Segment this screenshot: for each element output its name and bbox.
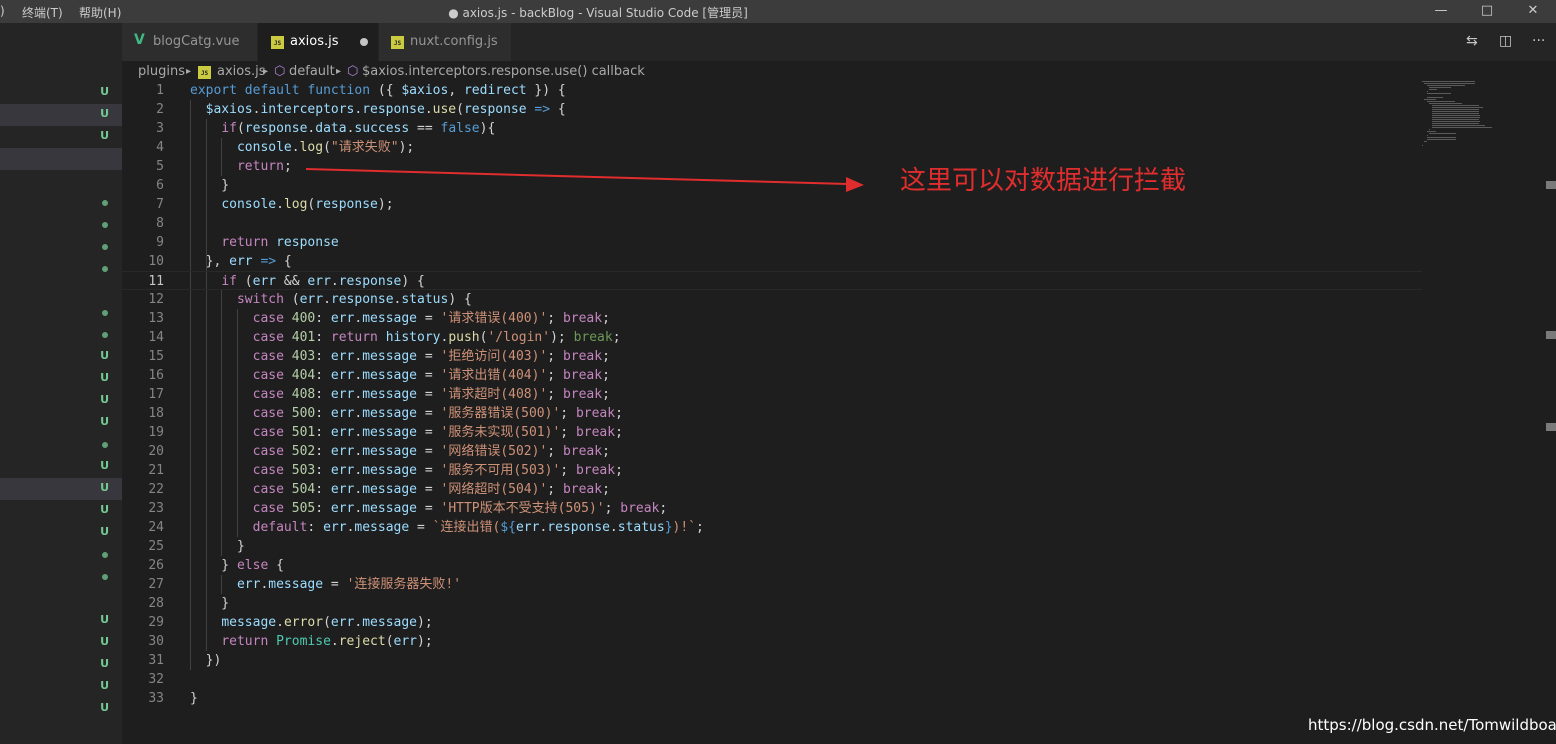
- minimap-line: [1426, 131, 1436, 132]
- scrollbar-marker: [1546, 423, 1556, 431]
- minimap-line: [1431, 109, 1479, 110]
- annotation-text: 这里可以对数据进行拦截: [900, 166, 1187, 196]
- minimap-line: [1431, 107, 1484, 108]
- minimap-line: [1426, 137, 1457, 138]
- minimap-line: [1431, 119, 1479, 120]
- minimap-line: [1429, 89, 1437, 90]
- minimap[interactable]: [1422, 81, 1542, 161]
- minimap-line: [1431, 113, 1479, 114]
- minimap-line: [1426, 93, 1451, 94]
- minimap-line: [1426, 101, 1456, 102]
- minimap-line: [1431, 121, 1480, 122]
- minimap-line: [1429, 103, 1463, 104]
- vertical-scrollbar[interactable]: [1546, 81, 1556, 744]
- minimap-line: [1431, 105, 1479, 106]
- minimap-line: [1426, 97, 1444, 98]
- minimap-line: [1426, 139, 1457, 140]
- minimap-line: [1424, 99, 1437, 100]
- minimap-line: [1422, 145, 1424, 146]
- minimap-line: [1426, 135, 1428, 136]
- minimap-line: [1429, 87, 1452, 88]
- minimap-line: [1431, 123, 1479, 124]
- minimap-line: [1429, 133, 1456, 134]
- minimap-line: [1431, 115, 1480, 116]
- minimap-line: [1424, 83, 1475, 84]
- minimap-line: [1431, 125, 1486, 126]
- minimap-line: [1422, 81, 1475, 82]
- minimap-line: [1429, 129, 1431, 130]
- minimap-line: [1431, 127, 1493, 128]
- scrollbar-marker: [1546, 331, 1556, 339]
- minimap-line: [1431, 111, 1479, 112]
- annotation-arrow: [305, 168, 864, 192]
- watermark: https://blog.csdn.net/Tomwildboar: [1308, 716, 1556, 734]
- minimap-line: [1431, 117, 1480, 118]
- minimap-line: [1424, 141, 1427, 142]
- scrollbar-marker: [1546, 181, 1556, 189]
- minimap-line: [1426, 85, 1466, 86]
- minimap-line: [1426, 91, 1428, 92]
